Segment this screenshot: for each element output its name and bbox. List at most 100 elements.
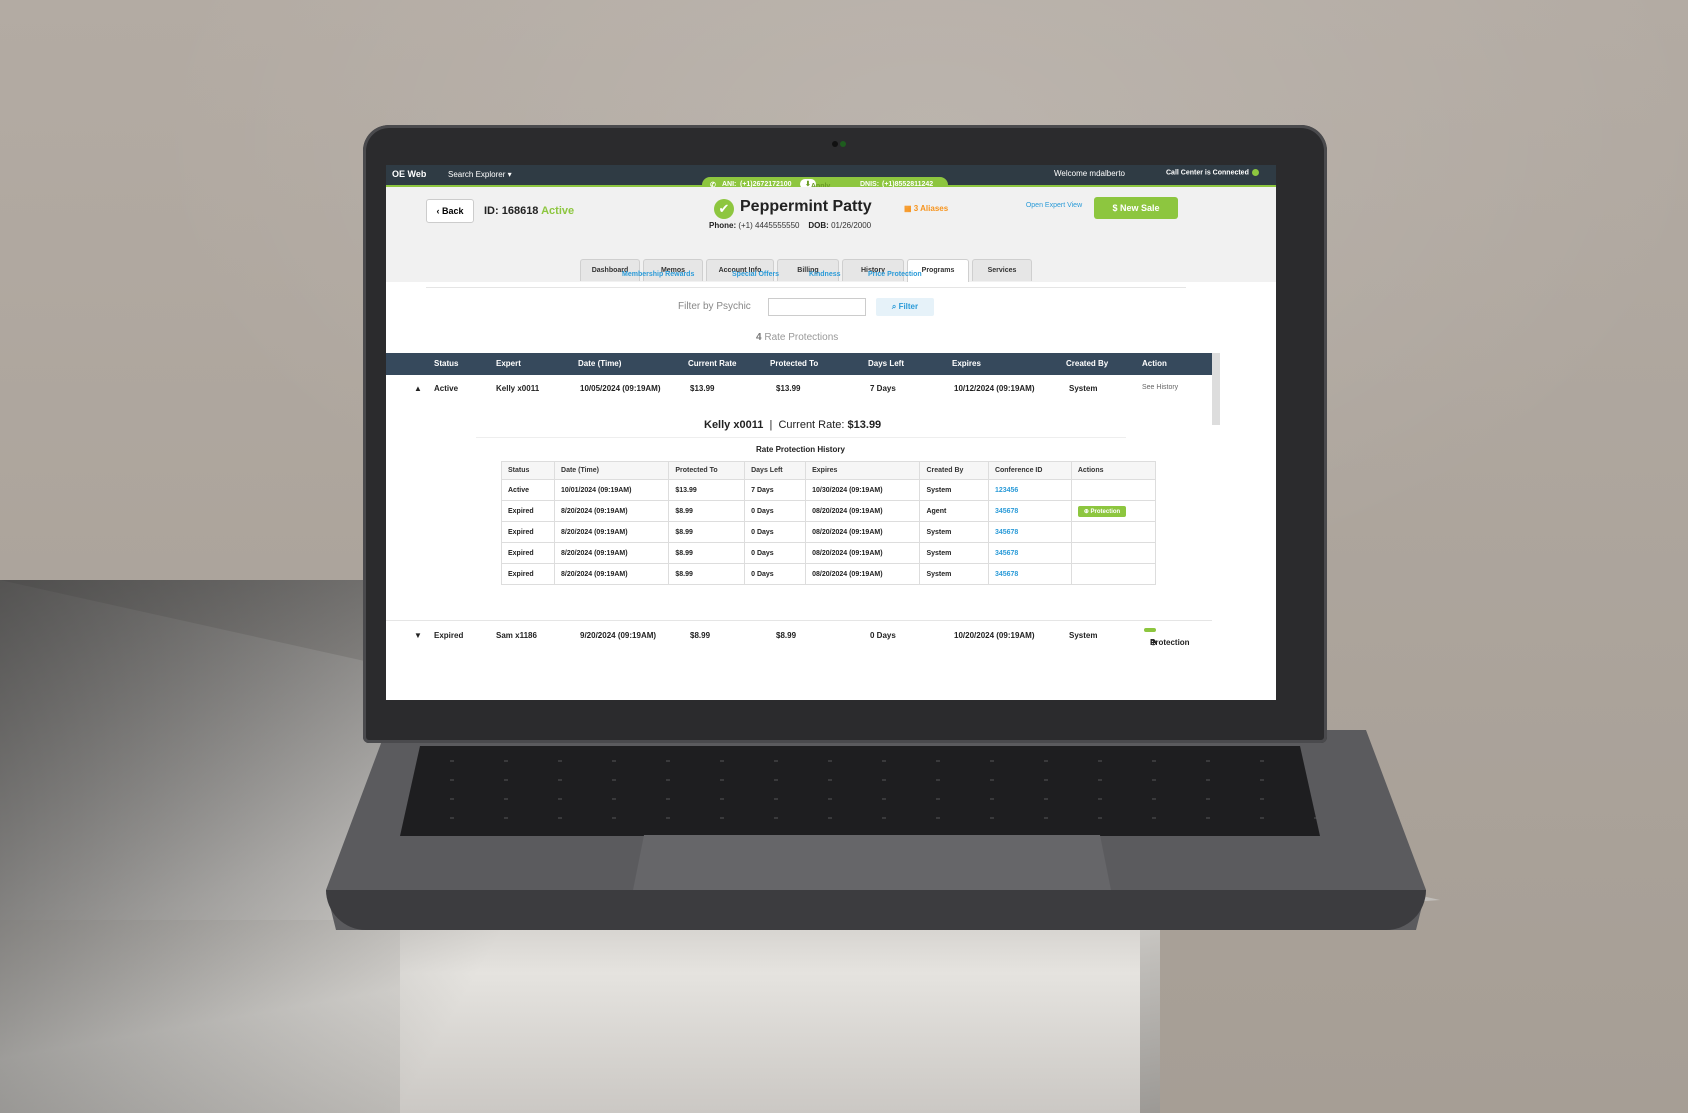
h-expires: 08/20/2024 (09:19AM)	[805, 521, 921, 543]
table-row[interactable]: ▲ Active Kelly x0011 10/05/2024 (09:19AM…	[386, 375, 1212, 404]
h-status: Expired	[500, 563, 556, 585]
h-date: 10/01/2024 (09:19AM)	[554, 479, 670, 501]
customer-id: ID: 168618 Active	[484, 205, 574, 217]
count-number: 4	[756, 332, 762, 343]
h-days-left: 0 Days	[744, 563, 807, 585]
hcol-expires: Expires	[805, 461, 921, 480]
h-created-by: System	[919, 521, 989, 543]
dob-label: DOB:	[808, 221, 829, 230]
h-expires: 10/30/2024 (09:19AM)	[805, 479, 921, 501]
col-date[interactable]: Date (Time)	[578, 359, 621, 368]
laptop-trackpad	[632, 835, 1112, 895]
h-days-left: 7 Days	[744, 479, 807, 501]
psychic-filter-input[interactable]	[768, 298, 866, 316]
dob-value: 01/26/2000	[831, 221, 872, 230]
h-protected-to: $8.99	[668, 563, 746, 585]
new-sale-label: New Sale	[1119, 203, 1160, 213]
row-days-left: 0 Days	[870, 631, 896, 640]
detail-expert: Kelly x0011	[704, 419, 764, 431]
h-date: 8/20/2024 (09:19AM)	[554, 542, 670, 564]
new-sale-button[interactable]: $ New Sale	[1094, 197, 1178, 219]
divider	[476, 437, 1126, 438]
col-expires[interactable]: Expires	[952, 359, 981, 368]
protection-button[interactable]: ⊕ Protection	[1144, 628, 1190, 647]
call-center-status-text: Call Center is Connected	[1166, 169, 1249, 177]
laptop-keyboard	[400, 746, 1320, 836]
col-protected-to[interactable]: Protected To	[770, 359, 818, 368]
h-actions	[1070, 521, 1157, 543]
table-scrollbar[interactable]	[1212, 353, 1220, 425]
row-days-left: 7 Days	[870, 384, 896, 393]
rate-protection-count: 4 Rate Protections	[756, 332, 838, 343]
conference-id-link[interactable]: 345678	[987, 500, 1072, 522]
open-expert-view-link[interactable]: Open Expert View	[1024, 201, 1084, 210]
conference-id-link[interactable]: 345678	[987, 542, 1072, 564]
h-days-left: 0 Days	[744, 521, 807, 543]
connected-dot-icon	[1251, 169, 1259, 176]
customer-id-label: ID: 168618	[484, 205, 539, 217]
col-days-left[interactable]: Days Left	[868, 359, 904, 368]
customer-contact: Phone: (+1) 4445555550 DOB: 01/26/2000	[709, 221, 871, 230]
conference-id-link[interactable]: 345678	[987, 563, 1072, 585]
back-button[interactable]: ‹ Back	[426, 199, 474, 223]
h-protected-to: $8.99	[668, 521, 746, 543]
detail-title: Kelly x0011 | Current Rate: $13.99	[704, 419, 882, 431]
welcome-user-menu[interactable]: Welcome mdalberto	[1054, 169, 1125, 178]
collapse-caret-icon[interactable]: ▲	[414, 384, 422, 393]
conference-id-link[interactable]: 123456	[987, 479, 1072, 501]
customer-status: Active	[541, 205, 575, 217]
row-expires: 10/20/2024 (09:19AM)	[954, 631, 1035, 640]
col-status[interactable]: Status	[434, 359, 458, 368]
h-date: 8/20/2024 (09:19AM)	[554, 563, 670, 585]
call-center-status: Call Center is Connected	[1166, 169, 1259, 176]
search-explorer-menu[interactable]: Search Explorer ▾	[448, 170, 512, 179]
conference-id-link[interactable]: 345678	[987, 521, 1072, 543]
aliases-link[interactable]: ▦ 3 Aliases	[904, 204, 948, 213]
col-action[interactable]: Action	[1142, 359, 1167, 368]
row-date: 9/20/2024 (09:19AM)	[580, 631, 657, 640]
hcol-status: Status	[500, 461, 556, 480]
h-days-left: 0 Days	[744, 542, 807, 564]
hcol-days-left: Days Left	[744, 461, 807, 480]
history-title: Rate Protection History	[756, 445, 845, 454]
expand-caret-icon[interactable]: ▼	[414, 631, 422, 640]
phone-label: Phone:	[709, 221, 737, 230]
protection-label: Protection	[1090, 508, 1121, 515]
row-expires: 10/12/2024 (09:19AM)	[954, 384, 1035, 393]
laptop-screen: OE Web Search Explorer ▾ Welcome mdalber…	[386, 165, 1276, 700]
see-history-link[interactable]: See History	[1142, 384, 1178, 391]
h-expires: 08/20/2024 (09:19AM)	[805, 542, 921, 564]
aliases-icon: ▦	[904, 204, 914, 213]
subnav-kindness[interactable]: Kindness	[809, 271, 841, 278]
row-created-by: System	[1069, 631, 1098, 640]
col-expert[interactable]: Expert	[496, 359, 521, 368]
col-current-rate[interactable]: Current Rate	[688, 359, 736, 368]
h-protected-to: $13.99	[668, 479, 746, 501]
row-expert: Kelly x0011	[496, 384, 540, 393]
laptop-base-front	[326, 890, 1426, 930]
filter-button[interactable]: ⌕ Filter	[876, 298, 934, 316]
col-created-by[interactable]: Created By	[1066, 359, 1108, 368]
hcol-protected-to: Protected To	[668, 461, 746, 480]
subnav-special-offers[interactable]: Special Offers	[732, 271, 779, 278]
row-current-rate: $8.99	[690, 631, 711, 640]
hcol-actions: Actions	[1070, 461, 1157, 480]
dollar-icon: $	[1112, 203, 1120, 213]
h-status: Active	[500, 479, 556, 501]
plus-icon: ⊕	[1083, 508, 1091, 515]
table-header: Status Expert Date (Time) Current Rate P…	[386, 353, 1212, 375]
h-expires: 08/20/2024 (09:19AM)	[805, 500, 921, 522]
subnav-membership-rewards[interactable]: Membership Rewards	[622, 271, 694, 278]
hcol-created-by: Created By	[919, 461, 989, 480]
row-protected-to: $13.99	[776, 384, 801, 393]
h-status: Expired	[500, 500, 556, 522]
h-days-left: 0 Days	[744, 500, 807, 522]
row-created-by: System	[1069, 384, 1098, 393]
phone-value: (+1) 4445555550	[738, 221, 800, 230]
subnav-price-protection[interactable]: Price Protection	[868, 271, 922, 278]
hcol-date: Date (Time)	[554, 461, 670, 480]
history-table: Status Date (Time) Protected To Days Lef…	[500, 461, 1157, 585]
h-date: 8/20/2024 (09:19AM)	[554, 500, 670, 522]
protection-button[interactable]: ⊕ Protection	[1077, 505, 1127, 517]
table-row[interactable]: ▼ Expired Sam x1186 9/20/2024 (09:19AM) …	[386, 620, 1212, 649]
